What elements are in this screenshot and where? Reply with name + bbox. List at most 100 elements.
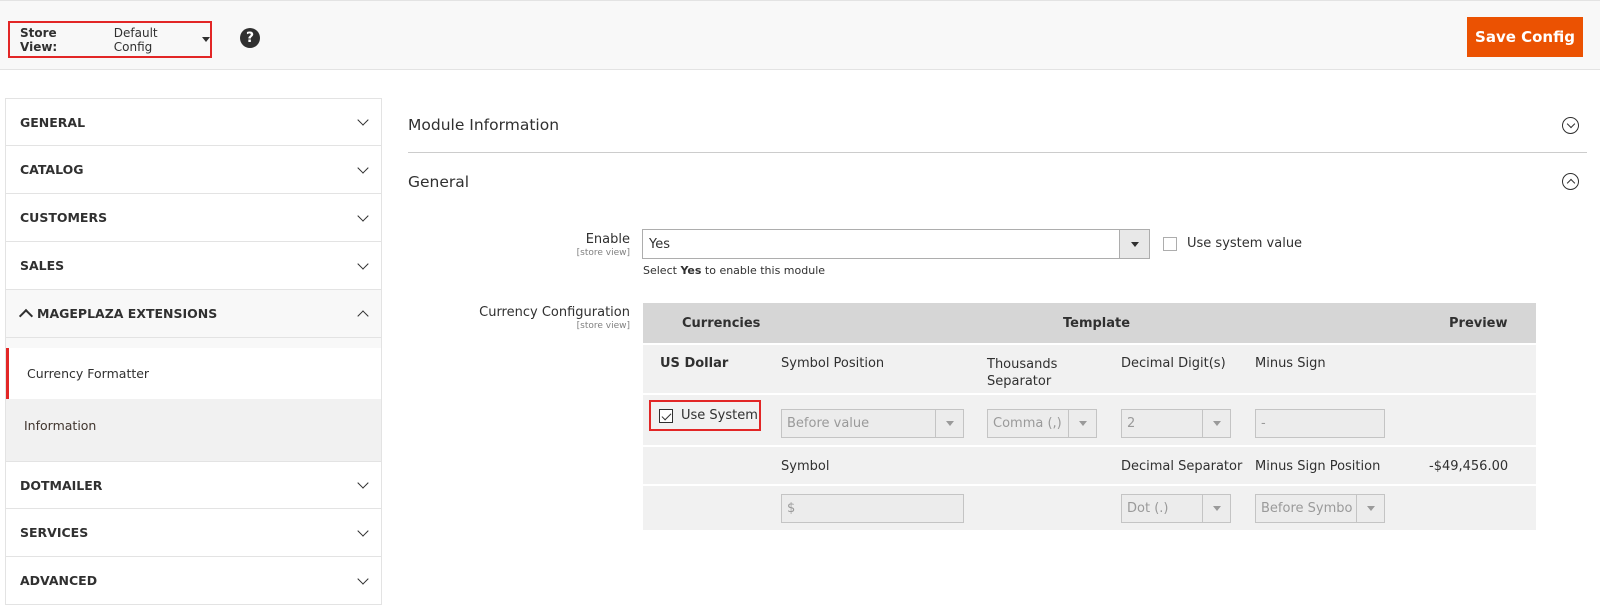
currency-config-scope: [store view] <box>576 321 630 331</box>
chevron-down-icon <box>357 257 369 270</box>
sidebar-item-label: DOTMAILER <box>20 477 103 493</box>
input-value: - <box>1261 416 1266 431</box>
decimal-digits-select[interactable]: 2 <box>1121 409 1231 438</box>
thousands-separator-select[interactable]: Comma (,) <box>987 409 1097 438</box>
config-sidebar: GENERAL CATALOG CUSTOMERS SALES MAGEPLAZ… <box>5 98 382 605</box>
select-value: Comma (,) <box>993 416 1062 431</box>
divider <box>643 343 1536 345</box>
dropdown-arrow-icon[interactable] <box>1202 410 1230 437</box>
enable-use-system-value[interactable]: Use system value <box>1163 236 1302 251</box>
sidebar-item-advanced[interactable]: ADVANCED <box>5 557 382 605</box>
save-config-button[interactable]: Save Config <box>1467 17 1583 57</box>
sidebar-item-mageplaza-extensions[interactable]: MAGEPLAZA EXTENSIONS <box>5 290 382 338</box>
enable-note: Select Yes to enable this module <box>643 264 825 277</box>
symbol-input[interactable]: $ <box>781 494 964 523</box>
sidebar-item-label: ADVANCED <box>20 573 98 588</box>
note-text: to enable this module <box>701 264 826 277</box>
page-actions-bar: Store View: Default Config ? Save Config <box>0 0 1600 70</box>
divider <box>643 393 1536 395</box>
preview-value: -$49,456.00 <box>1429 459 1509 474</box>
header-template: Template <box>1063 316 1131 331</box>
currency-config-label: Currency Configuration [store view] <box>430 305 630 331</box>
collapse-circle-icon[interactable] <box>1562 173 1579 190</box>
sidebar-item-label: CATALOG <box>20 162 84 177</box>
section-module-information[interactable]: Module Information <box>408 98 1587 153</box>
sidebar-item-general[interactable]: GENERAL <box>5 98 382 146</box>
divider <box>643 484 1536 486</box>
sidebar-item-label: GENERAL <box>20 114 86 130</box>
chevron-up-icon <box>357 309 369 322</box>
store-view-label: Store View: <box>20 25 58 54</box>
divider <box>643 445 1536 447</box>
col-minus-sign: Minus Sign <box>1255 356 1326 371</box>
chevron-down-icon <box>357 114 369 126</box>
help-icon[interactable]: ? <box>240 28 260 48</box>
col-minus-sign-position: Minus Sign Position <box>1255 459 1381 474</box>
col-label-line: Separator <box>987 374 1052 389</box>
sidebar-item-customers[interactable]: CUSTOMERS <box>5 194 382 242</box>
chevron-down-icon <box>357 524 369 537</box>
chevron-down-icon <box>357 161 369 174</box>
checkbox-checked-icon[interactable] <box>659 408 673 423</box>
enable-scope: [store view] <box>576 248 630 258</box>
header-currencies: Currencies <box>682 316 761 331</box>
store-view-switcher[interactable]: Store View: Default Config <box>8 21 212 58</box>
dropdown-arrow-icon[interactable] <box>1356 495 1384 522</box>
currency-config-table: Currencies Template Preview US Dollar Sy… <box>643 303 1536 530</box>
expand-circle-icon[interactable] <box>1562 116 1579 134</box>
chevron-down-icon <box>357 477 369 489</box>
note-bold: Yes <box>680 264 702 277</box>
enable-select[interactable]: Yes <box>642 229 1150 259</box>
select-value: Dot (.) <box>1127 501 1169 516</box>
sidebar-item-catalog[interactable]: CATALOG <box>5 146 382 194</box>
use-system-value-label: Use system value <box>1187 236 1303 251</box>
note-text: Select <box>643 264 681 277</box>
col-thousands-separator: Thousands Separator <box>987 356 1057 390</box>
col-decimal-separator: Decimal Separator <box>1121 459 1243 474</box>
sidebar-subitem-currency-formatter[interactable]: Currency Formatter <box>6 348 381 399</box>
chevron-down-icon <box>357 572 369 585</box>
sidebar-subitem-information[interactable]: Information <box>6 399 381 461</box>
sidebar-item-label: SERVICES <box>20 525 89 540</box>
sidebar-item-dotmailer[interactable]: DOTMAILER <box>5 461 382 509</box>
dropdown-arrow-icon[interactable] <box>1202 495 1230 522</box>
input-value: $ <box>787 501 796 516</box>
table-header: Currencies Template Preview <box>643 303 1536 343</box>
chevron-down-icon <box>357 209 369 222</box>
select-value: Before Symbo <box>1261 501 1353 516</box>
sidebar-item-label: SALES <box>20 258 65 273</box>
col-symbol-position: Symbol Position <box>781 356 885 371</box>
use-system-label: Use System <box>681 408 758 423</box>
sidebar-item-label: MAGEPLAZA EXTENSIONS <box>37 306 218 321</box>
col-decimal-digits: Decimal Digit(s) <box>1121 356 1226 371</box>
enable-label: Enable [store view] <box>480 232 630 258</box>
enable-label-text: Enable <box>585 232 630 247</box>
use-system-toggle[interactable]: Use System <box>649 400 761 431</box>
sidebar-item-label: CUSTOMERS <box>20 210 108 225</box>
section-title: Module Information <box>408 116 560 134</box>
sidebar-item-services[interactable]: SERVICES <box>5 509 382 557</box>
dropdown-arrow-icon[interactable] <box>1068 410 1096 437</box>
divider <box>6 338 381 348</box>
minus-sign-input[interactable]: - <box>1255 409 1385 438</box>
use-system-value-checkbox[interactable] <box>1163 236 1177 251</box>
currency-config-label-text: Currency Configuration <box>479 305 630 320</box>
header-preview: Preview <box>1449 316 1508 331</box>
decimal-separator-select[interactable]: Dot (.) <box>1121 494 1231 523</box>
enable-select-value: Yes <box>649 236 670 252</box>
sidebar-item-sales[interactable]: SALES <box>5 242 382 290</box>
select-value: 2 <box>1127 416 1136 431</box>
caret-down-icon[interactable] <box>202 37 210 42</box>
dropdown-arrow-icon[interactable] <box>1119 230 1149 258</box>
sidebar-subsection: Currency Formatter Information <box>5 338 382 461</box>
col-label-line: Thousands <box>987 357 1058 372</box>
select-value: Before value <box>787 416 870 431</box>
section-general[interactable]: General <box>408 154 1587 209</box>
symbol-position-select[interactable]: Before value <box>781 409 964 438</box>
currency-name: US Dollar <box>660 356 729 371</box>
dropdown-arrow-icon[interactable] <box>935 410 963 437</box>
section-title: General <box>408 172 470 191</box>
minus-sign-position-select[interactable]: Before Symbo <box>1255 494 1385 523</box>
col-symbol: Symbol <box>781 459 830 474</box>
store-view-value[interactable]: Default Config <box>114 26 193 54</box>
